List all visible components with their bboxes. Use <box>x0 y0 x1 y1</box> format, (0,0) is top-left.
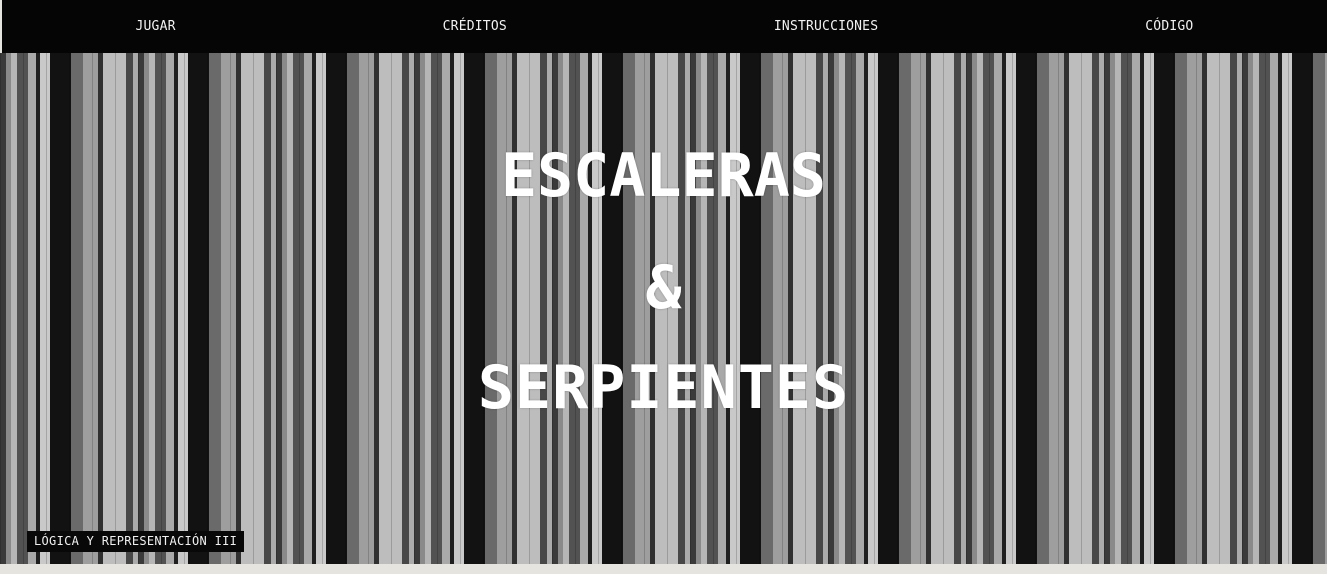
page: JUGAR CRÉDITOS INSTRUCCIONES CÓDIGO ESCA… <box>0 0 1327 574</box>
nav-link-instrucciones[interactable]: INSTRUCCIONES <box>764 13 888 40</box>
title-serpientes: SERPIENTES <box>477 353 850 423</box>
title-ampersand: & <box>645 253 682 323</box>
course-label-badge: LÓGICA Y REPRESENTACIÓN III <box>27 531 245 552</box>
page-edge <box>0 0 2 53</box>
bottom-strip <box>0 564 1327 574</box>
nav-link-creditos[interactable]: CRÉDITOS <box>433 13 517 40</box>
nav-link-codigo[interactable]: CÓDIGO <box>1135 13 1203 40</box>
title-escaleras: ESCALERAS <box>500 141 827 211</box>
top-navigation: JUGAR CRÉDITOS INSTRUCCIONES CÓDIGO <box>2 0 1327 53</box>
nav-link-jugar[interactable]: JUGAR <box>126 13 186 40</box>
hero-title: ESCALERAS & SERPIENTES <box>0 53 1327 564</box>
